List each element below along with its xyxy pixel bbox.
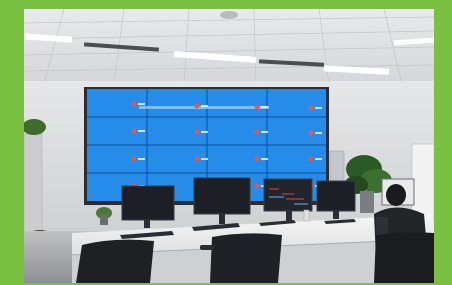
left-cabinet bbox=[24, 133, 43, 235]
water-bottle bbox=[303, 209, 310, 222]
wall-panel bbox=[329, 150, 345, 182]
control-room-photo bbox=[24, 9, 434, 283]
photo-frame bbox=[24, 9, 434, 283]
office-chairs bbox=[76, 232, 434, 283]
